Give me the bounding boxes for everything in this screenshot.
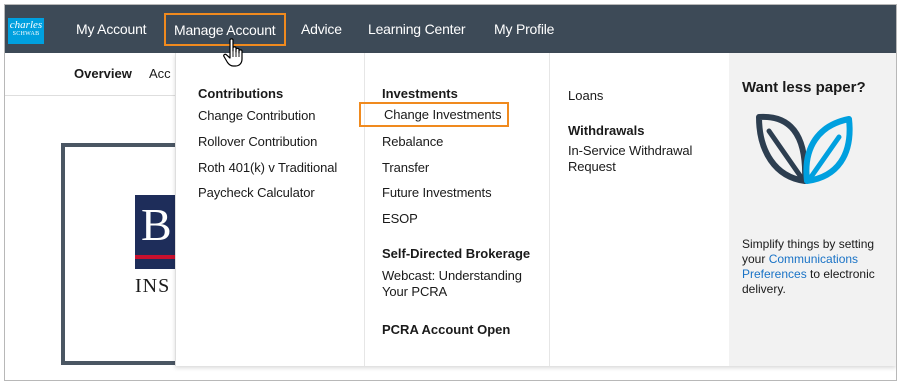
top-navigation: charles SCHWAB My Account Manage Account… — [5, 5, 896, 53]
rebalance-link[interactable]: Rebalance — [382, 134, 443, 149]
transfer-link[interactable]: Transfer — [382, 160, 429, 175]
hand-cursor-icon — [223, 38, 243, 67]
nav-my-account[interactable]: My Account — [76, 5, 147, 53]
nav-learning-center[interactable]: Learning Center — [368, 5, 466, 53]
institution-logo-letters: B — [141, 199, 172, 250]
roth-vs-traditional-link[interactable]: Roth 401(k) v Traditional — [198, 160, 337, 175]
esop-link[interactable]: ESOP — [382, 211, 418, 226]
logo-line2: SCHWAB — [12, 31, 40, 37]
promo-panel: Want less paper? Simplify things by sett… — [729, 53, 896, 366]
nav-my-profile[interactable]: My Profile — [494, 5, 554, 53]
schwab-logo[interactable]: charles SCHWAB — [8, 18, 44, 44]
rollover-contribution-link[interactable]: Rollover Contribution — [198, 134, 317, 149]
self-directed-brokerage-header: Self-Directed Brokerage — [382, 246, 531, 261]
investments-column: Investments Change Investments Rebalance… — [359, 53, 549, 366]
webcast-pcra-link[interactable]: Webcast: Understanding Your PCRA — [382, 268, 542, 300]
leaf-icon — [756, 113, 853, 184]
promo-text: Simplify things by setting your Communic… — [742, 237, 892, 297]
nav-advice[interactable]: Advice — [301, 5, 342, 53]
subnav-overview[interactable]: Overview — [74, 66, 132, 81]
change-contribution-link[interactable]: Change Contribution — [198, 108, 315, 123]
change-investments-link[interactable]: Change Investments — [359, 102, 510, 127]
manage-account-dropdown: Contributions Change Contribution Rollov… — [175, 53, 896, 366]
loans-column: Loans Withdrawals In-Service Withdrawal … — [549, 53, 729, 366]
change-investments-label: Change Investments — [384, 107, 502, 122]
loans-link[interactable]: Loans — [568, 88, 603, 103]
contributions-header: Contributions — [198, 86, 284, 101]
contributions-column: Contributions Change Contribution Rollov… — [176, 53, 364, 366]
withdrawals-header: Withdrawals — [568, 123, 645, 138]
pcra-account-open-header[interactable]: PCRA Account Open — [382, 322, 510, 337]
investments-header: Investments — [382, 86, 458, 101]
future-investments-link[interactable]: Future Investments — [382, 185, 492, 200]
browser-frame: charles SCHWAB My Account Manage Account… — [4, 4, 897, 381]
in-service-withdrawal-link[interactable]: In-Service Withdrawal Request — [568, 143, 718, 175]
promo-title: Want less paper? — [742, 79, 866, 96]
paycheck-calculator-link[interactable]: Paycheck Calculator — [198, 185, 315, 200]
subnav-account-partial[interactable]: Acc — [149, 66, 171, 81]
institution-text: INS — [135, 275, 171, 297]
